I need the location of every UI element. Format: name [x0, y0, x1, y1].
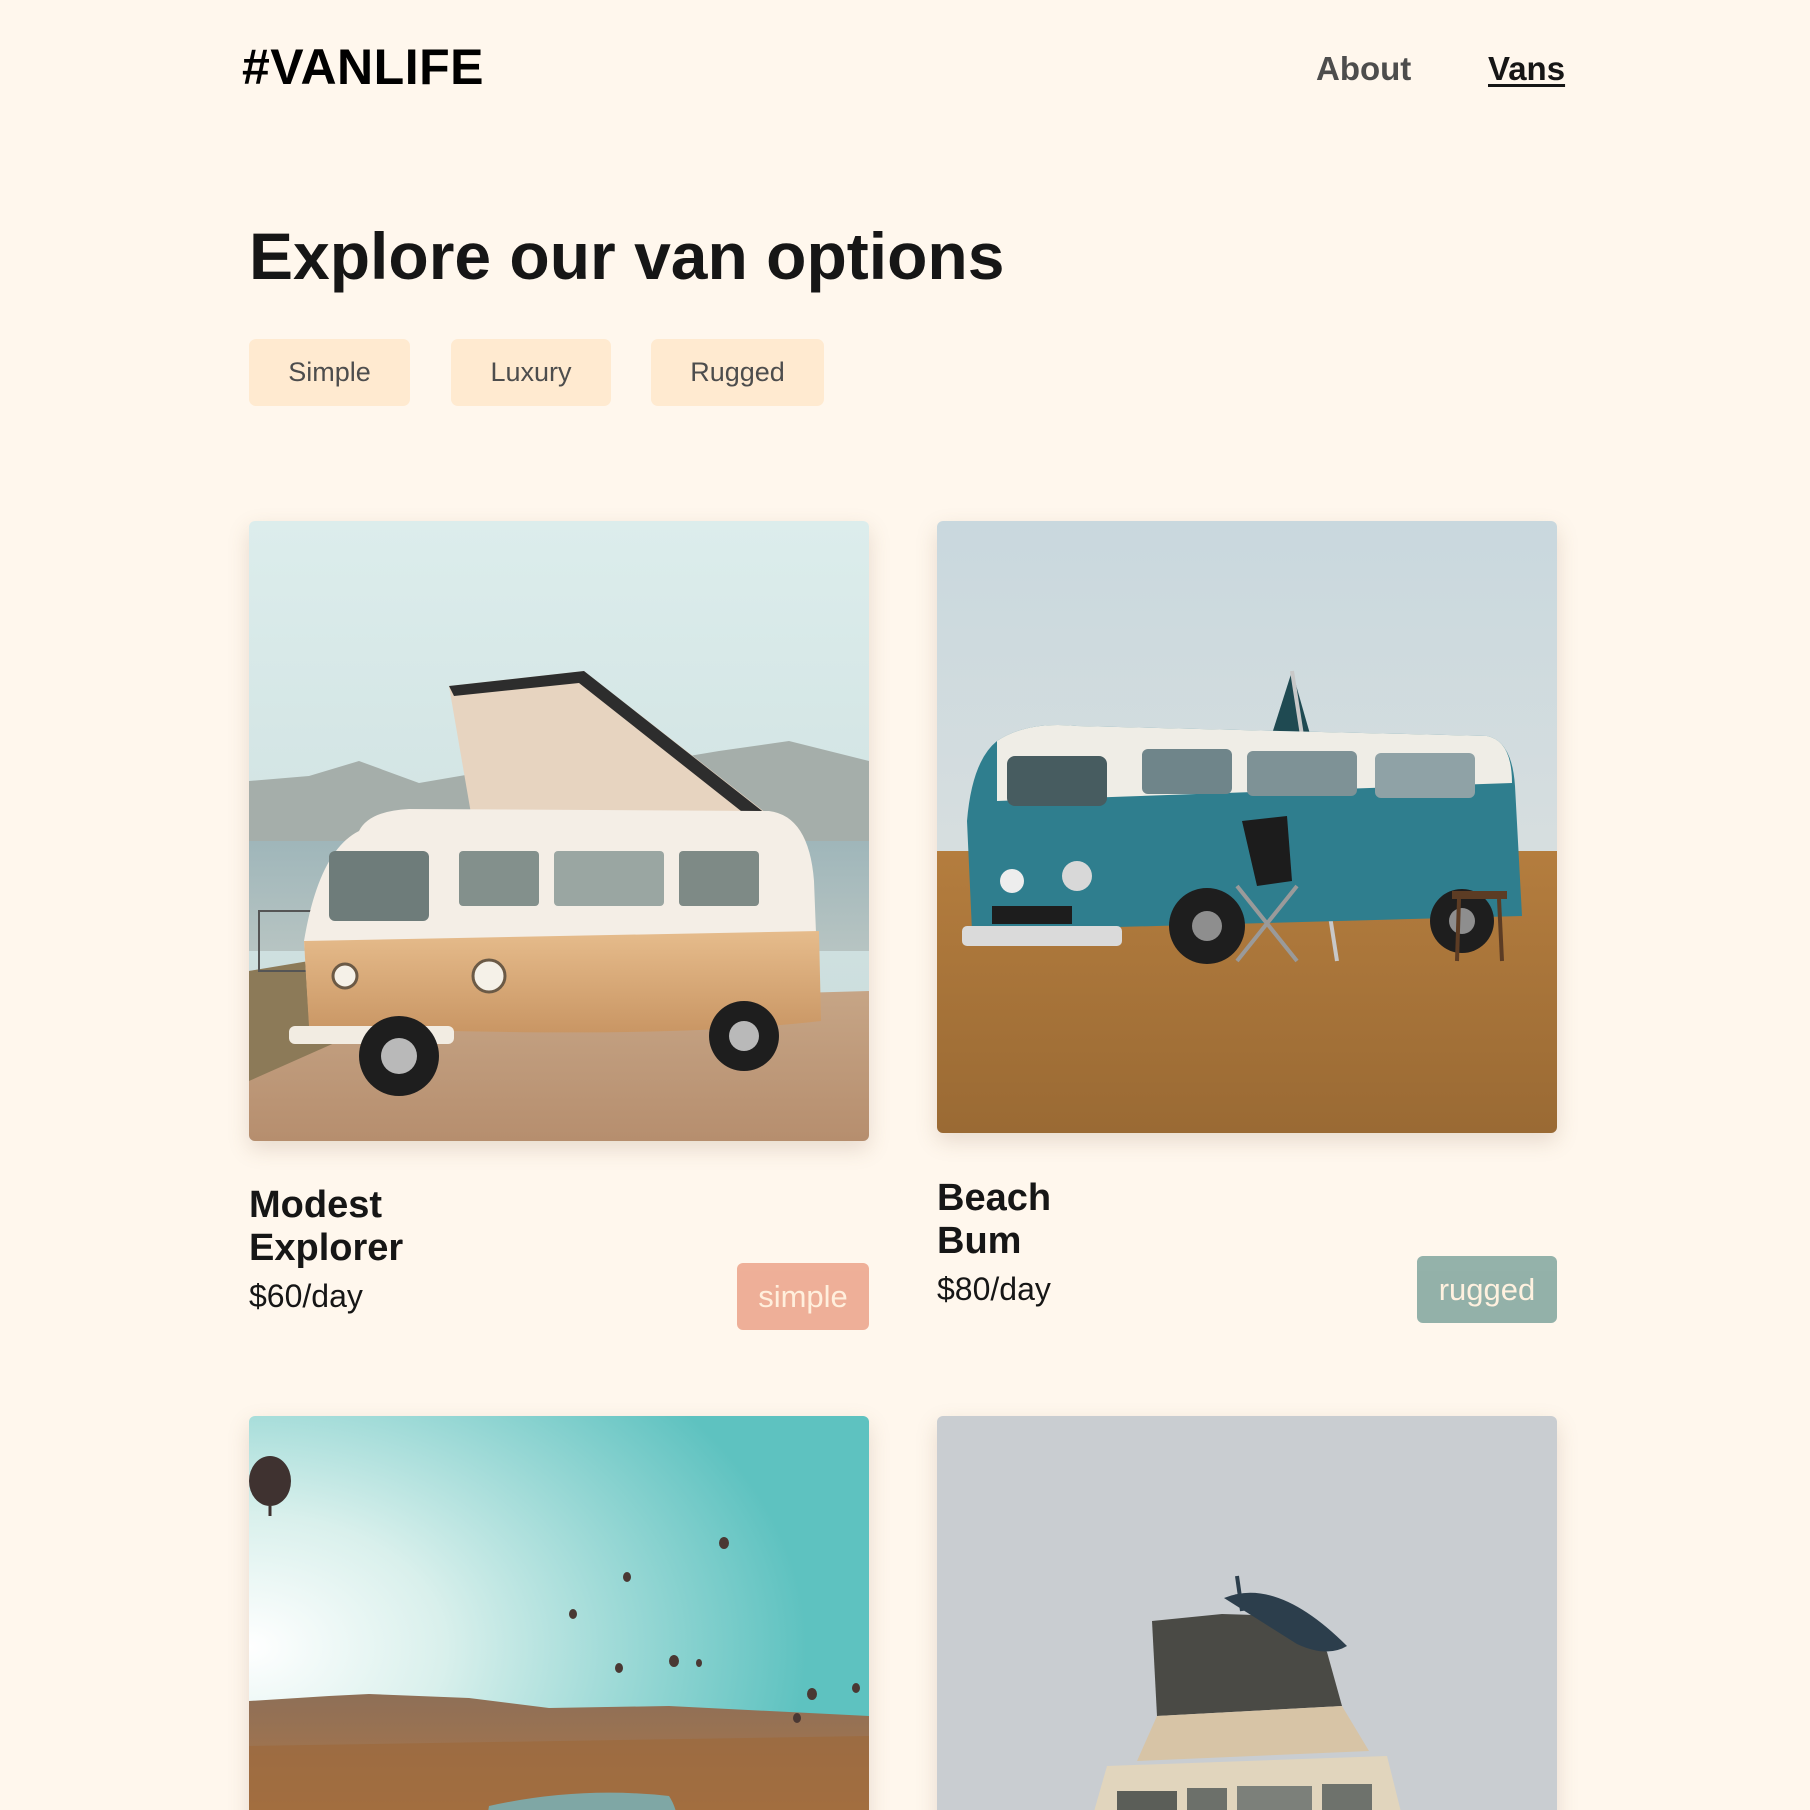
- nav-link-vans[interactable]: Vans: [1488, 50, 1565, 88]
- site-logo[interactable]: #VANLIFE: [242, 38, 484, 96]
- page-title: Explore our van options: [249, 219, 1005, 293]
- van-name[interactable]: Modest Explorer: [249, 1184, 403, 1270]
- van-image[interactable]: [249, 521, 869, 1141]
- van-image[interactable]: [937, 1416, 1557, 1810]
- van-name[interactable]: Beach Bum: [937, 1177, 1051, 1263]
- van-price: $60/day: [249, 1278, 363, 1314]
- van-image[interactable]: [937, 521, 1557, 1133]
- van-image[interactable]: [249, 1416, 869, 1810]
- vans-page: #VANLIFE About Vans Explore our van opti…: [0, 0, 1810, 1810]
- filter-simple-button[interactable]: Simple: [249, 339, 410, 406]
- nav-link-about[interactable]: About: [1316, 50, 1411, 88]
- van-price: $80/day: [937, 1271, 1051, 1307]
- van-type-badge: rugged: [1417, 1256, 1557, 1323]
- site-header: #VANLIFE About Vans: [0, 0, 1810, 140]
- van-type-badge: simple: [737, 1263, 869, 1330]
- filter-luxury-button[interactable]: Luxury: [451, 339, 611, 406]
- filter-rugged-button[interactable]: Rugged: [651, 339, 824, 406]
